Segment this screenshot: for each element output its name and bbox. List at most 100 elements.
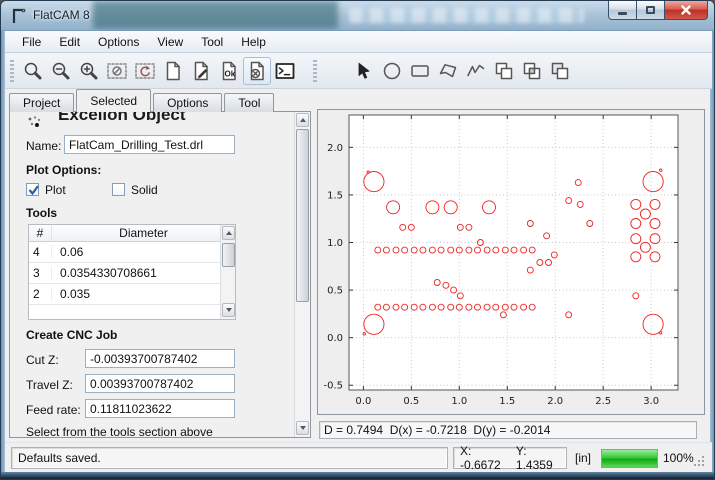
solid-checkbox[interactable]	[112, 183, 125, 196]
intersection-icon	[520, 59, 544, 83]
draw-polyline-button[interactable]	[462, 57, 490, 85]
maximize-icon	[646, 6, 655, 14]
coord-y: Y: 1.4359	[516, 444, 560, 472]
flatcam-window: FlatCAM 8 File Edit Options View Tool He…	[0, 0, 715, 480]
svg-text:-0.5: -0.5	[323, 381, 343, 392]
clear-plot-button[interactable]	[103, 57, 131, 85]
col-diameter[interactable]: Diameter	[52, 226, 235, 240]
feedrate-label: Feed rate:	[26, 403, 81, 417]
triangle-up-icon	[226, 231, 232, 235]
zoom-in-icon	[77, 59, 101, 83]
svg-text:0.0: 0.0	[355, 396, 371, 407]
table-row[interactable]: 4 0.06	[29, 242, 235, 263]
zoom-out-button[interactable]	[47, 57, 75, 85]
table-scrollbar[interactable]	[220, 225, 235, 319]
svg-text:0.5: 0.5	[403, 396, 419, 407]
svg-text:1.0: 1.0	[451, 396, 467, 407]
clear-plot-icon	[105, 59, 129, 83]
draw-polyline-icon	[464, 59, 488, 83]
tab-selected[interactable]: Selected	[76, 89, 151, 112]
menu-view[interactable]: View	[148, 32, 192, 52]
scroll-up-button[interactable]	[296, 113, 309, 127]
shell-button[interactable]	[271, 57, 299, 85]
close-button[interactable]	[664, 1, 708, 20]
minimize-button[interactable]	[608, 1, 637, 20]
union-button[interactable]	[490, 57, 518, 85]
file-open-button[interactable]	[187, 57, 215, 85]
table-row[interactable]: 3 0.0354330708661	[29, 263, 235, 284]
toolbar-grip[interactable]	[10, 60, 14, 82]
menu-tool[interactable]: Tool	[192, 32, 232, 52]
window-controls	[609, 1, 708, 20]
file-new-icon	[161, 59, 185, 83]
svg-text:Ok: Ok	[225, 69, 236, 78]
panel-heading: Excellon Object	[58, 111, 186, 125]
svg-text:0.5: 0.5	[327, 286, 343, 297]
scroll-up-button[interactable]	[222, 226, 235, 240]
file-open-icon	[189, 59, 213, 83]
window-title: FlatCAM 8	[33, 8, 90, 22]
tool-number: 3	[29, 266, 52, 280]
draw-circle-button[interactable]	[378, 57, 406, 85]
subtract-button[interactable]	[546, 57, 574, 85]
tools-label: Tools	[26, 206, 57, 220]
menu-options[interactable]: Options	[89, 32, 148, 52]
toolbar-grip[interactable]	[313, 60, 317, 82]
tab-options[interactable]: Options	[153, 93, 222, 112]
plot-checkbox[interactable]	[26, 183, 39, 196]
tools-table: # Diameter 4 0.06 3 0.0354330708661 2 0.…	[28, 224, 236, 320]
intersection-button[interactable]	[518, 57, 546, 85]
resize-grip[interactable]	[693, 455, 706, 468]
draw-polygon-button[interactable]	[434, 57, 462, 85]
title-bar[interactable]: FlatCAM 8	[1, 1, 715, 31]
file-new-button[interactable]	[159, 57, 187, 85]
menu-file[interactable]: File	[13, 32, 50, 52]
scroll-down-button[interactable]	[222, 303, 235, 317]
svg-text:2.0: 2.0	[327, 143, 343, 154]
plot-panel: 0.00.51.01.52.02.53.0-0.50.00.51.01.52.0	[317, 109, 705, 415]
scroll-down-button[interactable]	[296, 421, 309, 435]
cutz-input[interactable]	[85, 349, 235, 368]
cutz-label: Cut Z:	[26, 353, 59, 367]
toolbar: Ok	[5, 53, 712, 89]
table-row[interactable]: 2 0.035	[29, 284, 235, 305]
progress-fill	[602, 450, 657, 467]
zoom-out-icon	[49, 59, 73, 83]
select-cursor-button[interactable]	[350, 57, 378, 85]
svg-text:1.0: 1.0	[327, 238, 343, 249]
subtract-icon	[548, 59, 572, 83]
tab-tool[interactable]: Tool	[224, 93, 274, 112]
col-number[interactable]: #	[29, 226, 52, 240]
cursor-icon	[352, 59, 376, 83]
menu-help[interactable]: Help	[232, 32, 275, 52]
file-delete-button[interactable]	[243, 57, 271, 85]
tool-diameter: 0.06	[52, 245, 235, 259]
plot-canvas[interactable]: 0.00.51.01.52.02.53.0-0.50.00.51.01.52.0	[318, 110, 704, 414]
menu-edit[interactable]: Edit	[50, 32, 89, 52]
draw-rectangle-button[interactable]	[406, 57, 434, 85]
svg-text:0.0: 0.0	[327, 333, 343, 344]
maximize-button[interactable]	[636, 1, 665, 20]
svg-text:1.5: 1.5	[327, 190, 343, 201]
tab-project[interactable]: Project	[9, 93, 74, 112]
measure-readout: D = 0.7494 D(x) = -0.7218 D(y) = -0.2014	[319, 421, 697, 439]
menu-bar: File Edit Options View Tool Help	[5, 31, 712, 53]
scrollbar-thumb[interactable]	[296, 129, 309, 302]
travelz-input[interactable]	[85, 374, 235, 393]
table-row-partial[interactable]	[29, 305, 235, 326]
tool-diameter: 0.035	[52, 287, 235, 301]
tab-bar: Project Selected Options Tool	[9, 89, 276, 112]
file-ok-button[interactable]: Ok	[215, 57, 243, 85]
zoom-in-button[interactable]	[75, 57, 103, 85]
coordinates-readout: X: -0.6672 Y: 1.4359	[453, 447, 567, 469]
zoom-fit-button[interactable]	[19, 57, 47, 85]
feedrate-input[interactable]	[85, 399, 235, 418]
name-input[interactable]	[64, 135, 235, 154]
panel-scrollbar[interactable]	[294, 112, 310, 437]
scrollbar-thumb[interactable]	[222, 243, 235, 267]
background-bleed-text	[349, 8, 584, 23]
svg-text:3.0: 3.0	[643, 396, 659, 407]
cnc-job-label: Create CNC Job	[26, 328, 117, 342]
triangle-down-icon	[300, 426, 306, 430]
replot-button[interactable]	[131, 57, 159, 85]
